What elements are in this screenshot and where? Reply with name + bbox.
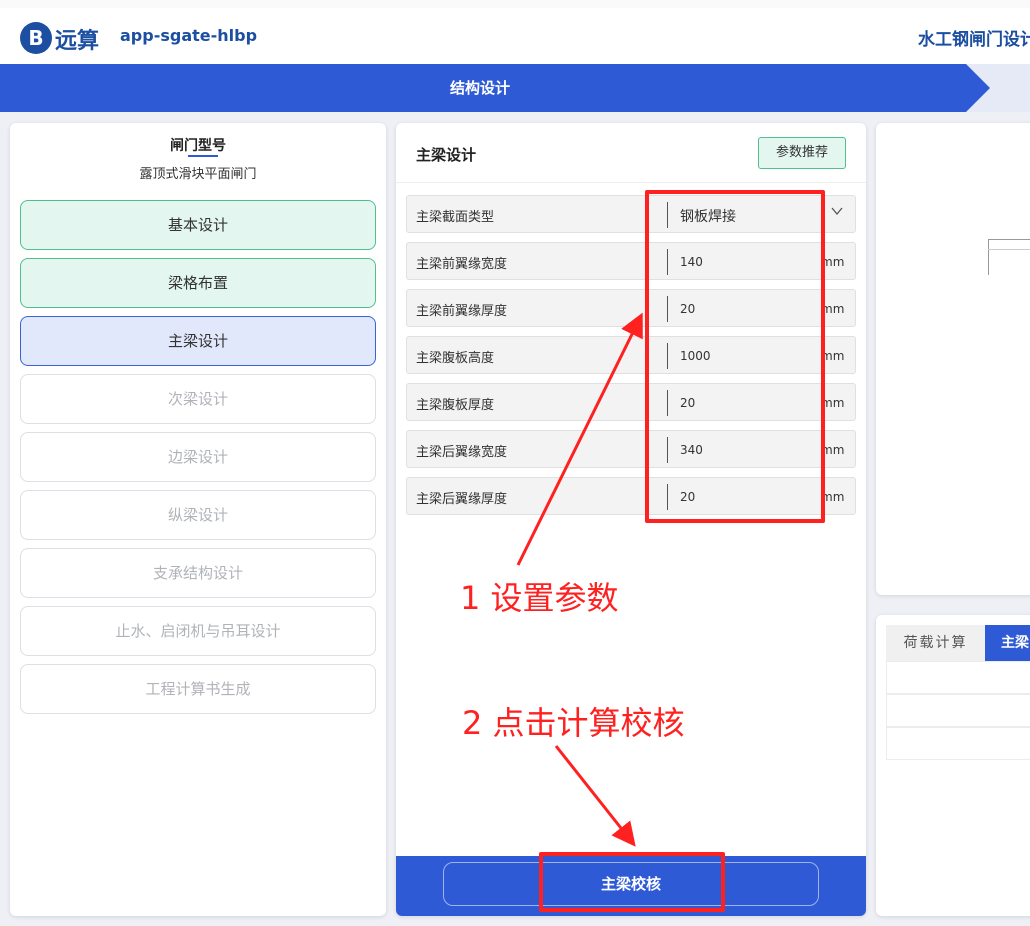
arrow-to-check-button [554, 745, 636, 847]
arrow-to-params [516, 312, 643, 566]
annotation-arrows [516, 312, 643, 847]
